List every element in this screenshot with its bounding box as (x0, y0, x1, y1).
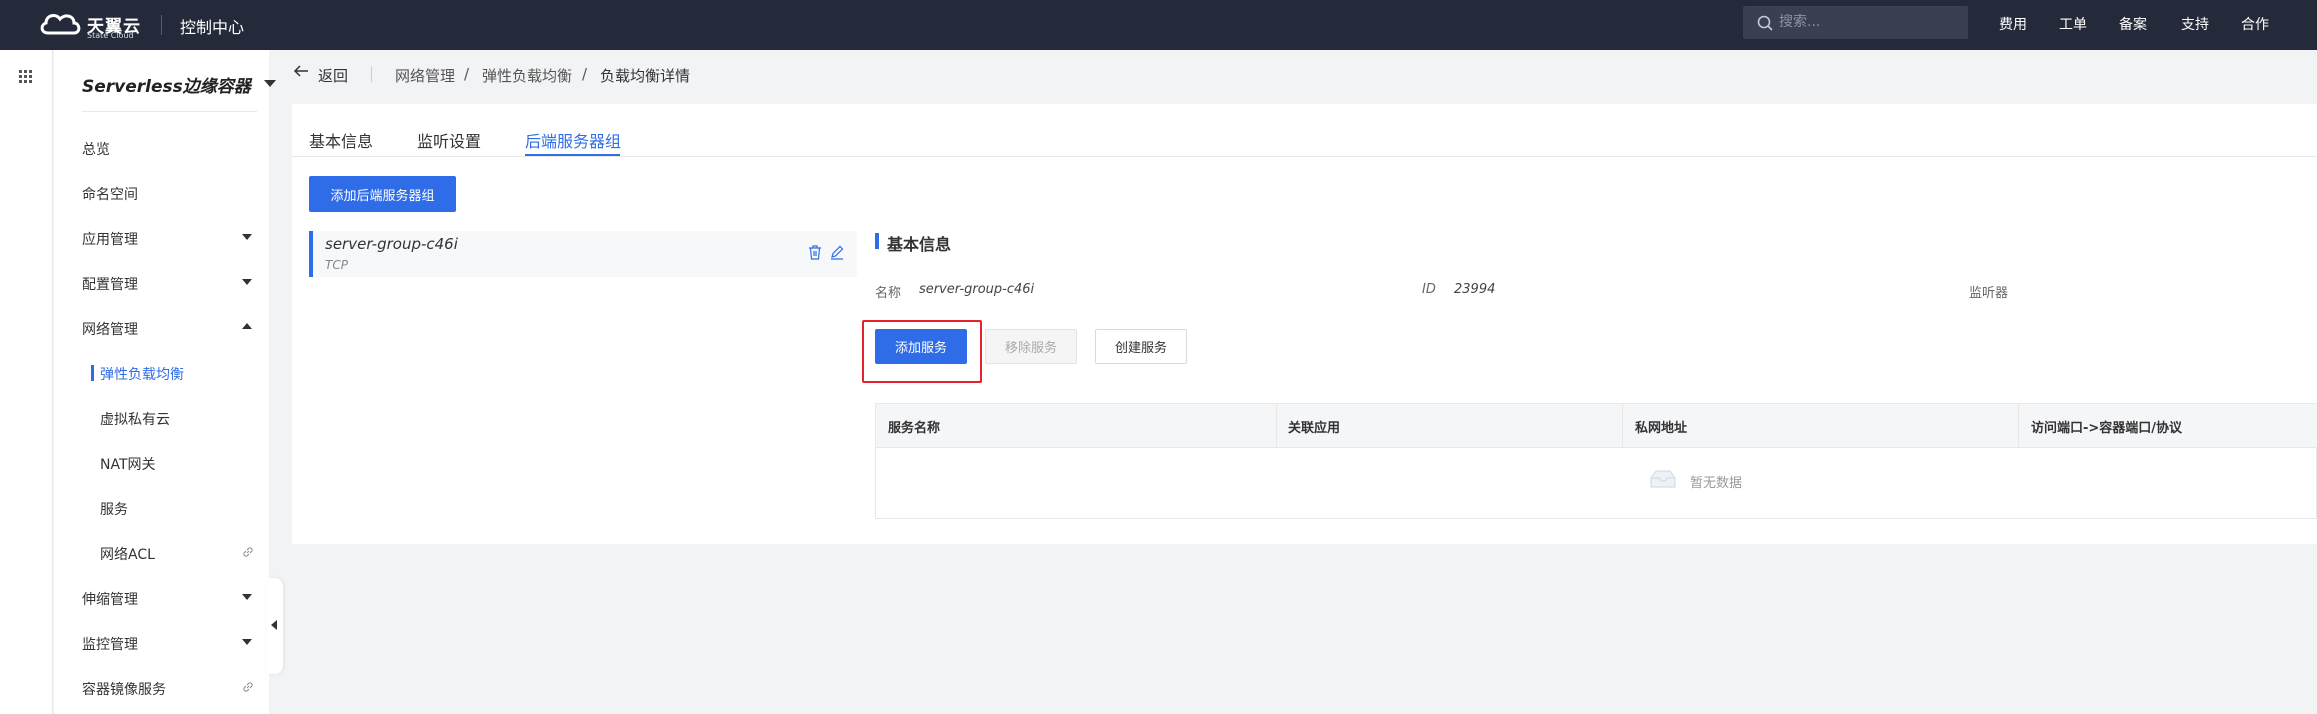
breadcrumb-separator: / (464, 65, 470, 83)
search-icon (1757, 15, 1773, 31)
caret-down-icon (264, 80, 276, 87)
breadcrumb-separator: / (582, 65, 588, 83)
remove-service-button[interactable]: 移除服务 (985, 329, 1077, 364)
sidebar-item-service[interactable]: 服务 (100, 499, 280, 523)
caret-up-icon (242, 323, 252, 329)
server-group-protocol: TCP (325, 258, 348, 272)
column-divider (1622, 404, 1623, 448)
grid-menu-icon[interactable] (19, 70, 33, 84)
product-selector[interactable]: Serverless边缘容器 (82, 72, 276, 112)
column-divider (1276, 404, 1277, 448)
tab-basic-info[interactable]: 基本信息 (309, 128, 373, 152)
create-service-button[interactable]: 创建服务 (1095, 329, 1187, 364)
sidebar-item-image-service[interactable]: 容器镜像服务 (82, 679, 262, 703)
caret-left-icon (271, 620, 277, 630)
breadcrumb: 返回 网络管理 / 弹性负载均衡 / 负载均衡详情 (292, 60, 1192, 86)
tab-listener[interactable]: 监听设置 (417, 128, 481, 152)
section-title: 基本信息 (887, 235, 952, 254)
name-label: 名称 (875, 286, 902, 301)
listener-label: 监听器 (1969, 286, 2009, 301)
back-link[interactable]: 返回 (318, 65, 348, 86)
sidebar: Serverless边缘容器 总览 命名空间 应用管理 配置管理 网络管理 弹性… (54, 50, 276, 714)
sidebar-item-config-management[interactable]: 配置管理 (82, 274, 262, 298)
sidebar-item-scaling[interactable]: 伸缩管理 (82, 589, 262, 613)
sidebar-item-overview[interactable]: 总览 (82, 139, 262, 163)
sidebar-item-elb[interactable]: 弹性负载均衡 (100, 364, 280, 388)
id-label: ID (1422, 282, 1436, 297)
arrow-left-icon[interactable] (292, 62, 310, 80)
brand-logo[interactable]: 天翼云 State Cloud (38, 9, 146, 41)
sidebar-item-app-management[interactable]: 应用管理 (82, 229, 262, 253)
breadcrumb-network[interactable]: 网络管理 (395, 65, 455, 86)
caret-down-icon (242, 639, 252, 645)
nav-partner[interactable]: 合作 (2241, 14, 2269, 34)
top-divider (161, 15, 162, 35)
caret-down-icon (242, 279, 252, 285)
sidebar-item-namespace[interactable]: 命名空间 (82, 184, 262, 208)
edit-icon[interactable] (830, 245, 844, 260)
id-value: 23994 (1454, 282, 1496, 297)
external-link-icon (243, 682, 253, 692)
nav-filing[interactable]: 备案 (2119, 14, 2147, 34)
nav-tickets[interactable]: 工单 (2059, 14, 2087, 34)
section-marker (875, 233, 879, 249)
cloud-icon (40, 14, 81, 35)
breadcrumb-current: 负载均衡详情 (600, 67, 691, 85)
sidebar-item-monitoring[interactable]: 监控管理 (82, 634, 262, 658)
server-group-item[interactable]: server-group-c46i TCP (309, 231, 857, 277)
product-name: Serverless边缘容器 (82, 77, 251, 97)
external-link-icon (243, 547, 253, 557)
nav-support[interactable]: 支持 (2181, 14, 2209, 34)
sidebar-item-vpc[interactable]: 虚拟私有云 (100, 409, 280, 433)
caret-down-icon (242, 234, 252, 240)
detail-card: 基本信息 监听设置 后端服务器组 添加后端服务器组 server-group-c… (292, 104, 2317, 544)
tab-backend-groups[interactable]: 后端服务器组 (525, 128, 621, 152)
add-service-button[interactable]: 添加服务 (875, 329, 967, 364)
top-bar: 天翼云 State Cloud 控制中心 费用 工单 备案 支持 合作 (0, 0, 2317, 50)
search-box[interactable] (1743, 6, 1968, 39)
trash-icon[interactable] (808, 245, 822, 260)
column-app: 关联应用 (1288, 421, 1341, 436)
console-title[interactable]: 控制中心 (180, 14, 244, 38)
column-private-ip: 私网地址 (1635, 421, 1688, 436)
column-ports: 访问端口->容器端口/协议 (2031, 421, 2183, 436)
active-indicator (91, 365, 94, 381)
product-menu-strip (0, 50, 53, 714)
search-input[interactable] (1779, 12, 1949, 32)
add-backend-group-button[interactable]: 添加后端服务器组 (309, 176, 456, 212)
table-header: 服务名称 关联应用 私网地址 访问端口->容器端口/协议 (876, 404, 2317, 448)
breadcrumb-divider (371, 66, 372, 82)
nav-fees[interactable]: 费用 (1999, 14, 2027, 34)
service-table: 服务名称 关联应用 私网地址 访问端口->容器端口/协议 暂无数据 (875, 403, 2317, 519)
caret-down-icon (242, 594, 252, 600)
column-service-name: 服务名称 (888, 421, 941, 436)
brand-subtitle: State Cloud (87, 31, 134, 40)
sidebar-item-nat[interactable]: NAT网关 (100, 454, 280, 478)
tab-divider (292, 156, 2317, 157)
breadcrumb-elb[interactable]: 弹性负载均衡 (482, 65, 572, 86)
name-value: server-group-c46i (919, 282, 1035, 297)
sidebar-item-network-management[interactable]: 网络管理 (82, 319, 262, 343)
server-group-name: server-group-c46i (325, 235, 458, 253)
empty-inbox-icon (1650, 470, 1676, 488)
sidebar-collapse-toggle[interactable] (267, 578, 283, 674)
column-divider (2018, 404, 2019, 448)
empty-state-text: 暂无数据 (1690, 476, 1743, 491)
